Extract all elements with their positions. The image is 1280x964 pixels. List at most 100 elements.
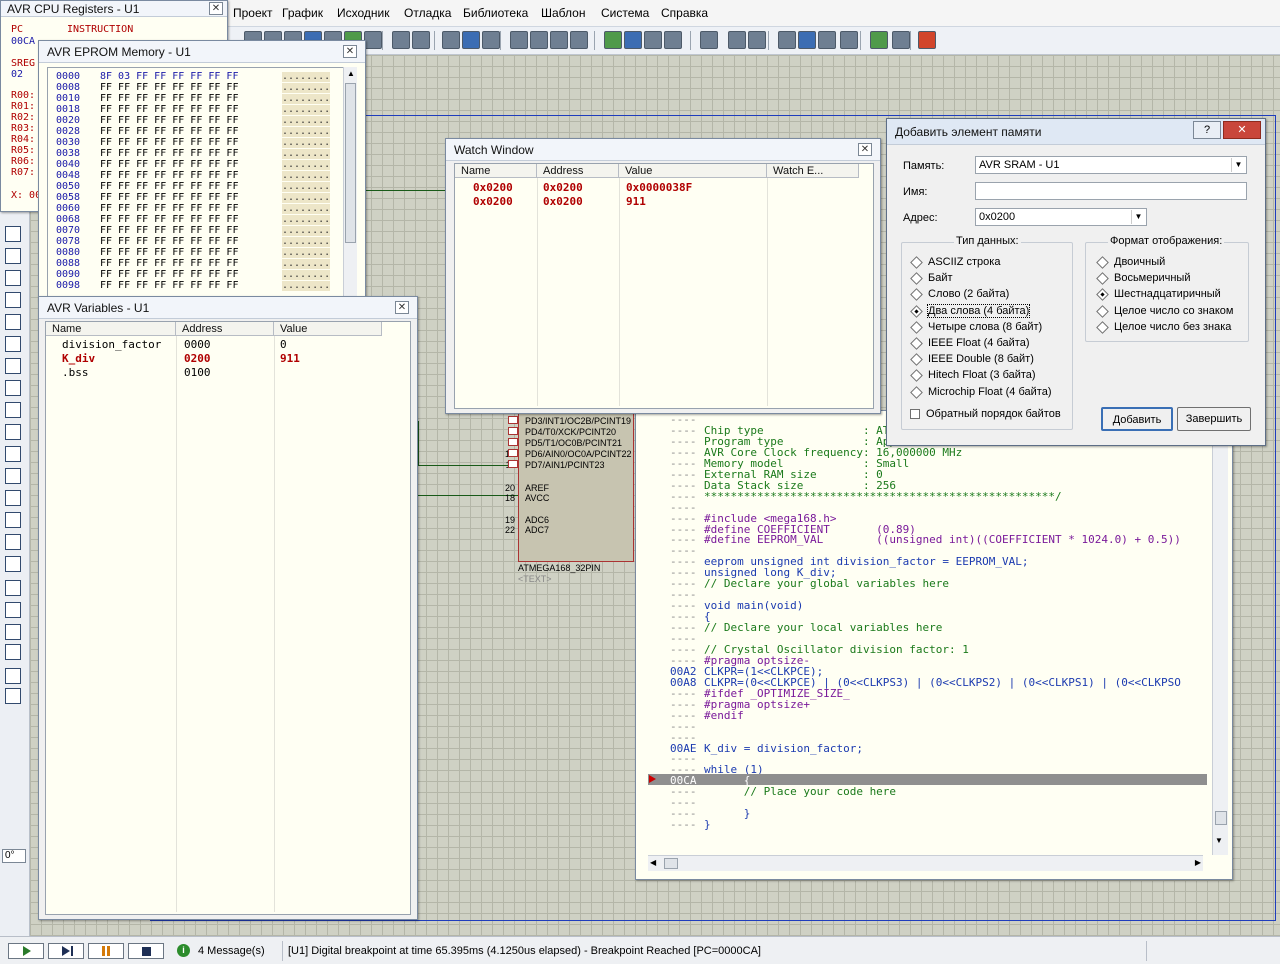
toolbar-button[interactable] [748, 31, 766, 49]
data-type-radio[interactable]: Слово (2 байта) [910, 287, 1009, 302]
tool-button[interactable] [5, 336, 21, 352]
column-header[interactable]: Address [176, 322, 274, 336]
tool-button[interactable] [5, 512, 21, 528]
step-button[interactable] [48, 943, 84, 959]
address-combo[interactable]: 0x0200 ▼ [975, 208, 1147, 226]
toolbar-button[interactable] [778, 31, 796, 49]
stop-button[interactable] [128, 943, 164, 959]
tool-button[interactable] [5, 270, 21, 286]
toolbar-button[interactable] [840, 31, 858, 49]
watch-list[interactable]: Name Address Value Watch E... 0x0200 0x0200 0… [454, 163, 874, 409]
menu-item[interactable]: Справка [661, 6, 708, 20]
scrollbar-thumb[interactable] [1215, 811, 1227, 825]
variables-window[interactable]: AVR Variables - U1 ✕ Name Address Value di… [38, 296, 418, 920]
code-line[interactable]: void main(void) [704, 600, 803, 611]
tool-button[interactable] [5, 226, 21, 242]
close-button[interactable]: ✕ [395, 301, 409, 314]
toolbar-button[interactable] [462, 31, 480, 49]
tool-button[interactable] [5, 248, 21, 264]
add-memory-item-dialog[interactable]: Добавить элемент памяти ? ✕ Память: AVR … [886, 118, 1266, 446]
code-line[interactable]: } [704, 808, 751, 819]
reverse-bytes-checkbox[interactable]: Обратный порядок байтов [910, 407, 1061, 421]
display-format-radio[interactable]: Восьмеричный [1096, 271, 1190, 286]
tool-button[interactable] [5, 380, 21, 396]
toolbar-button[interactable] [644, 31, 662, 49]
scrollbar-thumb[interactable] [664, 858, 678, 869]
tool-button[interactable] [5, 602, 21, 618]
vertical-scrollbar[interactable]: ▼ [1212, 411, 1228, 855]
watch-window[interactable]: Watch Window ✕ Name Address Value Watch E..… [445, 138, 881, 414]
vertical-scrollbar[interactable]: ▲ [343, 67, 357, 299]
toolbar-button[interactable] [870, 31, 888, 49]
display-format-radio[interactable]: Целое число со знаком [1096, 304, 1233, 318]
close-button[interactable]: ✕ [858, 143, 872, 156]
toolbar-button[interactable] [412, 31, 430, 49]
toolbar-button[interactable] [604, 31, 622, 49]
tool-button[interactable] [5, 402, 21, 418]
toolbar-button[interactable] [818, 31, 836, 49]
toolbar-button[interactable] [918, 31, 936, 49]
data-type-radio[interactable]: Hitech Float (3 байта) [910, 368, 1036, 383]
tool-button[interactable] [5, 668, 21, 684]
data-type-radio[interactable]: Байт [910, 271, 953, 286]
column-header[interactable]: Name [455, 164, 537, 178]
data-type-radio[interactable]: Microchip Float (4 байта) [910, 385, 1051, 399]
toolbar-button[interactable] [510, 31, 528, 49]
scroll-left-arrow[interactable]: ◀ [650, 858, 656, 867]
rotation-angle-field[interactable]: 0° [2, 849, 26, 863]
tool-button[interactable] [5, 314, 21, 330]
scroll-right-arrow[interactable]: ▶ [1195, 858, 1201, 867]
column-header[interactable]: Value [619, 164, 767, 178]
code-editor[interactable]: ---- ---- Chip type : ATmega168 ---- Program… [640, 411, 1207, 855]
data-type-radio[interactable]: Четыре слова (8 байт) [910, 320, 1042, 334]
tool-button[interactable] [5, 580, 21, 596]
eprom-memory-window[interactable]: AVR EPROM Memory - U1 ✕ 0000 8F 03 FF FF … [38, 40, 366, 302]
column-header[interactable]: Value [274, 322, 382, 336]
column-header[interactable]: Name [46, 322, 176, 336]
tool-button[interactable] [5, 292, 21, 308]
menu-item[interactable]: Библиотека [463, 6, 528, 20]
name-input[interactable] [975, 182, 1247, 200]
eprom-dump[interactable]: 0000 8F 03 FF FF FF FF FF FF........ 0008 F… [47, 67, 351, 299]
source-code-window[interactable]: ---- ---- Chip type : ATmega168 ---- Program… [635, 410, 1233, 880]
toolbar-button[interactable] [550, 31, 568, 49]
menu-item[interactable]: Проект [233, 6, 273, 20]
code-line[interactable]: // Declare your global variables here [704, 578, 949, 589]
close-button[interactable]: ✕ [343, 45, 357, 58]
toolbar-button[interactable] [624, 31, 642, 49]
tool-button[interactable] [5, 688, 21, 704]
display-format-radio[interactable]: Целое число без знака [1096, 320, 1231, 334]
column-header[interactable]: Watch E... [767, 164, 859, 178]
close-button[interactable]: ✕ [1223, 121, 1261, 139]
tool-button[interactable] [5, 624, 21, 640]
scroll-down-arrow[interactable]: ▼ [1215, 836, 1223, 845]
breakpoint-marker-icon[interactable] [649, 775, 656, 784]
add-button[interactable]: Добавить [1101, 407, 1173, 431]
memory-select[interactable]: AVR SRAM - U1 ▼ [975, 156, 1247, 174]
code-line[interactable]: #endif [704, 710, 744, 721]
code-line[interactable]: #define EEPROM_VAL ((unsigned int)((COEF… [704, 534, 1181, 545]
tool-button[interactable] [5, 490, 21, 506]
tool-button[interactable] [5, 534, 21, 550]
data-type-radio[interactable]: Два слова (4 байта) [910, 303, 1031, 318]
toolbar-button[interactable] [530, 31, 548, 49]
data-type-radio[interactable]: ASCIIZ строка [910, 255, 1000, 269]
pause-button[interactable] [88, 943, 124, 959]
display-format-radio[interactable]: Шестнадцатиричный [1096, 287, 1221, 302]
toolbar-button[interactable] [728, 31, 746, 49]
toolbar-button[interactable] [364, 31, 382, 49]
scrollbar-thumb[interactable] [345, 83, 356, 243]
data-type-radio[interactable]: IEEE Double (8 байт) [910, 352, 1034, 367]
menu-item[interactable]: График [282, 6, 323, 20]
column-header[interactable]: Address [537, 164, 619, 178]
menu-item[interactable]: Исходник [337, 6, 389, 20]
tool-button[interactable] [5, 556, 21, 572]
menu-item[interactable]: Отладка [404, 6, 451, 20]
data-type-radio[interactable]: IEEE Float (4 байта) [910, 336, 1029, 350]
code-line[interactable]: } [704, 819, 711, 830]
play-button[interactable] [8, 943, 44, 959]
menu-item[interactable]: Система [601, 6, 649, 20]
horizontal-scrollbar[interactable]: ◀ ▶ [648, 855, 1203, 871]
toolbar-button[interactable] [798, 31, 816, 49]
code-line[interactable]: K_div = division_factor; [704, 743, 863, 754]
